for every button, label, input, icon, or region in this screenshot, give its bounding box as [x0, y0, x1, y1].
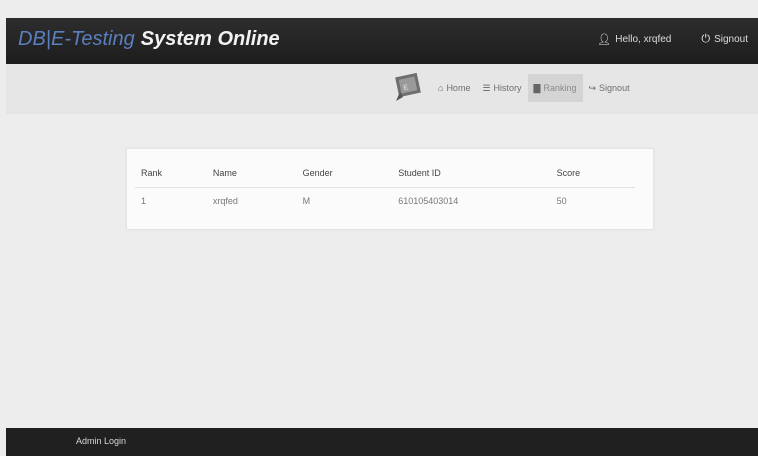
- nav-ranking[interactable]: ▇ Ranking: [527, 74, 583, 102]
- column-header-name: Name: [206, 159, 297, 188]
- power-icon: ⏻: [701, 33, 711, 45]
- history-icon: ☰: [482, 82, 491, 93]
- admin-login-link[interactable]: Admin Login: [76, 436, 126, 446]
- ranking-table: Rank Name Gender Student ID Score 1 xrqf…: [135, 159, 635, 214]
- page: DB|E-Testing System Online 👤︎ Hello, xrqf…: [0, 0, 758, 456]
- cell-name: xrqfed: [212, 196, 238, 206]
- user-area: 👤︎ Hello, xrqfed ⏻ Signout: [597, 33, 748, 46]
- column-header-student-id: Student ID: [392, 159, 551, 188]
- cell-score: 50: [556, 196, 567, 206]
- user-greeting-link[interactable]: 👤︎ Hello, xrqfed: [597, 33, 671, 46]
- signout-top-label: Signout: [714, 34, 748, 45]
- nav-signout-label: Signout: [599, 83, 630, 93]
- user-greeting: Hello, xrqfed: [615, 34, 672, 45]
- cell-student-id: 610105403014: [398, 196, 459, 206]
- column-header-gender: Gender: [296, 159, 393, 188]
- nav-ranking-label: Ranking: [543, 83, 577, 93]
- nav-signout[interactable]: ↪ Signout: [583, 74, 636, 102]
- footer: Admin Login: [6, 428, 758, 456]
- signout-icon: ↪: [588, 82, 597, 93]
- column-header-score: Score: [550, 159, 635, 188]
- brand-title[interactable]: DB|E-Testing System Online: [18, 28, 280, 51]
- nav-home[interactable]: ⌂ Home: [432, 74, 476, 102]
- nav-links: ⌂ Home ☰ History ▇ Ranking ↪ Signout: [432, 74, 636, 102]
- table-row: 1 xrqfed M 610105403014 50: [135, 188, 635, 215]
- brand-main: System Online: [140, 28, 280, 50]
- nav-history-label: History: [493, 83, 522, 93]
- ranking-card: Rank Name Gender Student ID Score 1 xrqf…: [126, 148, 654, 230]
- table-header-row: Rank Name Gender Student ID Score: [135, 159, 635, 188]
- logo-icon: E: [395, 72, 421, 101]
- home-icon: ⌂: [438, 83, 444, 93]
- nav-history[interactable]: ☰ History: [476, 74, 527, 102]
- nav-bar: E ⌂ Home ☰ History ▇ Ranking ↪ Signout: [6, 64, 758, 114]
- cell-gender: M: [302, 196, 311, 206]
- top-header: DB|E-Testing System Online 👤︎ Hello, xrqf…: [6, 18, 758, 64]
- nav-home-label: Home: [446, 83, 471, 93]
- cell-rank: 1: [141, 196, 147, 206]
- ranking-icon: ▇: [533, 82, 541, 93]
- user-icon: 👤︎: [597, 34, 612, 46]
- brand-prefix: DB|E-Testing: [18, 28, 135, 50]
- signout-top-button[interactable]: ⏻ Signout: [701, 33, 748, 46]
- column-header-rank: Rank: [135, 159, 207, 188]
